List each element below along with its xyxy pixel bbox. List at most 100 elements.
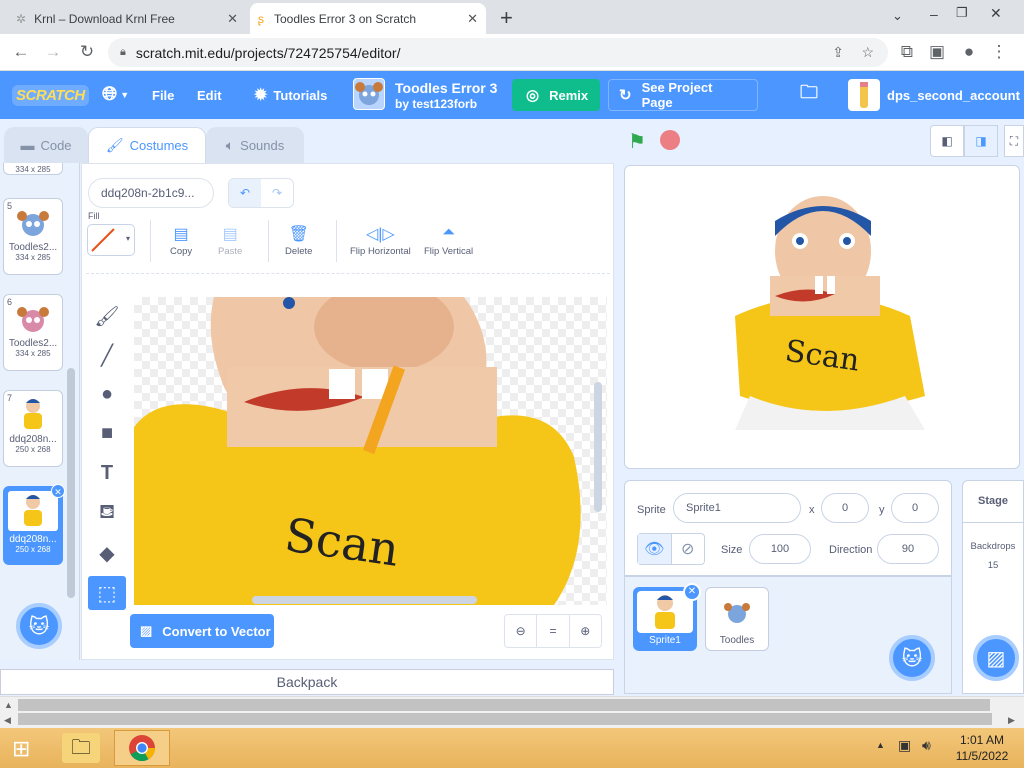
delete-button[interactable]: 🗑︎ Delete	[285, 224, 312, 257]
circle-tool[interactable]: ●	[88, 377, 126, 411]
horizontal-scroll-thumb-2[interactable]	[18, 713, 992, 725]
show-eye-icon[interactable]: 👁︎	[638, 534, 671, 564]
show-hidden-icons-icon[interactable]: ▲	[876, 740, 885, 750]
clock[interactable]: 1:01 AM 11/5/2022	[954, 733, 1010, 763]
sprite-name-input[interactable]: Sprite1	[673, 493, 801, 523]
page-horizontal-scrollbar[interactable]: ▲ ◀ ▶	[0, 696, 1024, 728]
chrome-taskbar-icon[interactable]	[114, 730, 170, 766]
large-stage-icon[interactable]: ◨	[964, 125, 998, 157]
side-panel-icon[interactable]: ▣	[926, 42, 948, 62]
sprite-tile[interactable]: Toodles	[705, 587, 769, 651]
size-input[interactable]: 100	[749, 534, 811, 564]
select-tool[interactable]: ⬚	[88, 576, 126, 610]
costume-list-scrollbar[interactable]	[67, 368, 75, 598]
canvas-vertical-scrollbar[interactable]	[594, 382, 602, 512]
fullscreen-icon[interactable]: ⛶	[1004, 125, 1024, 157]
x-input[interactable]: 0	[821, 493, 869, 523]
project-author[interactable]: by test123forb	[395, 97, 477, 111]
costume-item[interactable]: 334 x 285	[3, 163, 63, 175]
copy-button[interactable]: ▤ Copy	[170, 224, 192, 257]
language-globe-icon[interactable]: 🌐︎ ▼	[102, 71, 129, 119]
tab-search-icon[interactable]: ⌄	[892, 8, 903, 24]
new-tab-button[interactable]: +	[500, 5, 513, 31]
reload-icon[interactable]: ↻	[76, 42, 98, 62]
text-tool[interactable]: T	[88, 456, 126, 490]
flip-vertical-button[interactable]: ⏶ Flip Vertical	[424, 224, 473, 257]
paintbrush-icon: 🖌︎	[105, 137, 124, 153]
backpack-header[interactable]: Backpack	[0, 669, 614, 695]
volume-icon[interactable]: 🔊︎	[922, 737, 931, 754]
restore-button[interactable]: ❐	[956, 5, 968, 21]
minimize-button[interactable]: –	[930, 6, 938, 22]
redo-icon[interactable]: ↷	[261, 179, 293, 207]
fill-color-picker[interactable]: ▾	[87, 224, 135, 256]
file-menu[interactable]: File	[152, 71, 174, 119]
sprite-tile-selected[interactable]: Sprite1 ✕	[633, 583, 701, 651]
close-tab-icon[interactable]: ✕	[227, 11, 238, 27]
stage-target-panel[interactable]: Stage Backdrops 15 ▨	[962, 480, 1024, 694]
costume-name-input[interactable]: ddq208n-2b1c9...	[88, 178, 214, 208]
user-avatar[interactable]	[848, 79, 880, 111]
costume-item-selected[interactable]: 8 ✕ ddq208n... 250 x 268	[3, 484, 65, 565]
paint-canvas[interactable]: Scan	[134, 297, 607, 605]
stage-canvas[interactable]: Scan	[624, 165, 1020, 469]
scratch-logo[interactable]: SCRATCH	[12, 71, 89, 119]
my-stuff-folder-icon[interactable]: 🗀︎	[800, 71, 818, 119]
close-window-button[interactable]: ✕	[990, 5, 1002, 22]
windows-start-icon[interactable]: ⊞	[12, 736, 30, 762]
scroll-right-arrow-icon[interactable]: ▶	[1008, 715, 1015, 726]
back-icon[interactable]: ←	[10, 42, 32, 62]
convert-to-vector-button[interactable]: ▨ Convert to Vector	[130, 614, 274, 648]
zoom-out-icon[interactable]: ⊖	[505, 615, 538, 647]
close-tab-icon[interactable]: ✕	[467, 11, 478, 27]
costume-item[interactable]: 5 Toodles2... 334 x 285	[3, 198, 63, 275]
horizontal-scroll-thumb[interactable]	[18, 699, 990, 711]
scroll-up-arrow-icon[interactable]: ▲	[4, 700, 13, 710]
forward-icon[interactable]: →	[42, 42, 64, 62]
line-tool[interactable]: ╱	[88, 338, 126, 372]
flip-horizontal-button[interactable]: ◁|▷ Flip Horizontal	[350, 224, 411, 257]
browser-tab-krnl[interactable]: ✲ Krnl – Download Krnl Free ✕	[8, 3, 246, 34]
choose-backdrop-button[interactable]: ▨	[973, 635, 1019, 681]
costume-item[interactable]: 6 Toodles2... 334 x 285	[3, 294, 63, 371]
tab-sounds[interactable]: 🔈︎ Sounds	[206, 127, 304, 163]
small-stage-icon[interactable]: ◧	[930, 125, 964, 157]
rectangle-tool[interactable]: ■	[88, 416, 126, 450]
choose-sprite-button[interactable]: 🐱︎	[889, 635, 935, 681]
eraser-tool[interactable]: ◆	[88, 536, 126, 570]
browser-tab-scratch[interactable]: ʂ Toodles Error 3 on Scratch ✕	[250, 3, 486, 34]
bookmark-star-icon[interactable]: ☆	[861, 44, 874, 61]
brush-tool[interactable]: 🖌︎	[88, 299, 126, 333]
green-flag-icon[interactable]: ⚑	[628, 129, 646, 154]
undo-icon[interactable]: ↶	[229, 179, 261, 207]
file-explorer-icon[interactable]: 🗀︎	[62, 733, 100, 763]
extensions-icon[interactable]: ⧉	[896, 42, 918, 62]
tab-code[interactable]: ▬ Code	[4, 127, 88, 163]
costume-item[interactable]: 7 ddq208n... 250 x 268	[3, 390, 63, 467]
paste-button[interactable]: ▤ Paste	[218, 224, 242, 257]
tab-costumes[interactable]: 🖌︎ Costumes	[88, 127, 206, 163]
share-icon[interactable]: ⇪	[832, 44, 844, 61]
username-menu[interactable]: dps_second_account ▼	[887, 71, 1024, 119]
tutorials-menu[interactable]: ✹ Tutorials	[254, 71, 327, 119]
hide-eye-icon[interactable]: ⊘	[670, 534, 705, 564]
chrome-menu-icon[interactable]: ⋮	[988, 42, 1010, 62]
project-title[interactable]: Toodles Error 3	[395, 80, 497, 96]
canvas-horizontal-scrollbar[interactable]	[252, 596, 477, 604]
direction-input[interactable]: 90	[877, 534, 939, 564]
zoom-reset-button[interactable]: =	[537, 615, 570, 647]
stop-icon[interactable]	[660, 130, 680, 150]
see-project-page-button[interactable]: ↻ See Project Page	[608, 79, 758, 111]
remix-button[interactable]: ◎ Remix	[512, 79, 600, 111]
delete-costume-icon[interactable]: ✕	[51, 484, 65, 498]
edit-menu[interactable]: Edit	[197, 71, 222, 119]
network-icon[interactable]: ▣	[898, 737, 911, 754]
y-input[interactable]: 0	[891, 493, 939, 523]
scroll-left-arrow-icon[interactable]: ◀	[4, 715, 11, 726]
address-bar[interactable]: 🔒︎ scratch.mit.edu/projects/724725754/ed…	[108, 38, 888, 67]
choose-costume-button[interactable]: 🐱︎	[16, 603, 62, 649]
profile-avatar-icon[interactable]: ●	[958, 42, 980, 62]
fill-tool[interactable]: ⛾	[88, 496, 126, 530]
zoom-in-icon[interactable]: ⊕	[570, 615, 601, 647]
delete-sprite-icon[interactable]: ✕	[683, 583, 701, 601]
